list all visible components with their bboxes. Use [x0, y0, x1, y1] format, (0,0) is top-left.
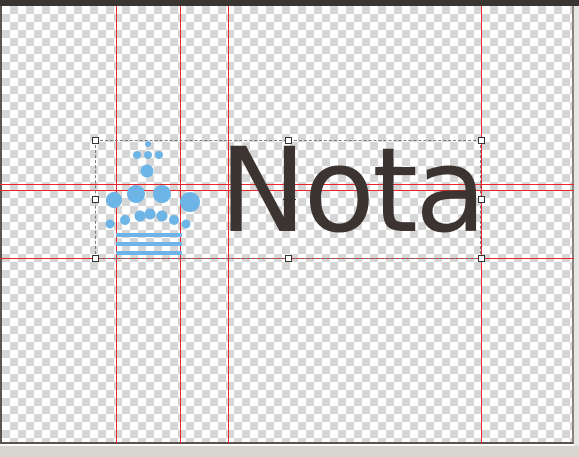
resize-handle-middle-left[interactable] [92, 196, 99, 203]
crosshair-icon[interactable] [283, 193, 296, 206]
canvas-right-edge [574, 6, 579, 446]
resize-handle-bottom-left[interactable] [92, 255, 99, 262]
resize-handle-bottom-right[interactable] [478, 255, 485, 262]
image-editor-canvas-area: Nota [0, 0, 579, 457]
resize-handle-middle-right[interactable] [478, 196, 485, 203]
resize-handle-top-center[interactable] [285, 137, 292, 144]
resize-handle-top-left[interactable] [92, 137, 99, 144]
resize-handle-top-right[interactable] [478, 137, 485, 144]
resize-handle-bottom-center[interactable] [285, 255, 292, 262]
canvas-bottom-edge [0, 446, 579, 457]
